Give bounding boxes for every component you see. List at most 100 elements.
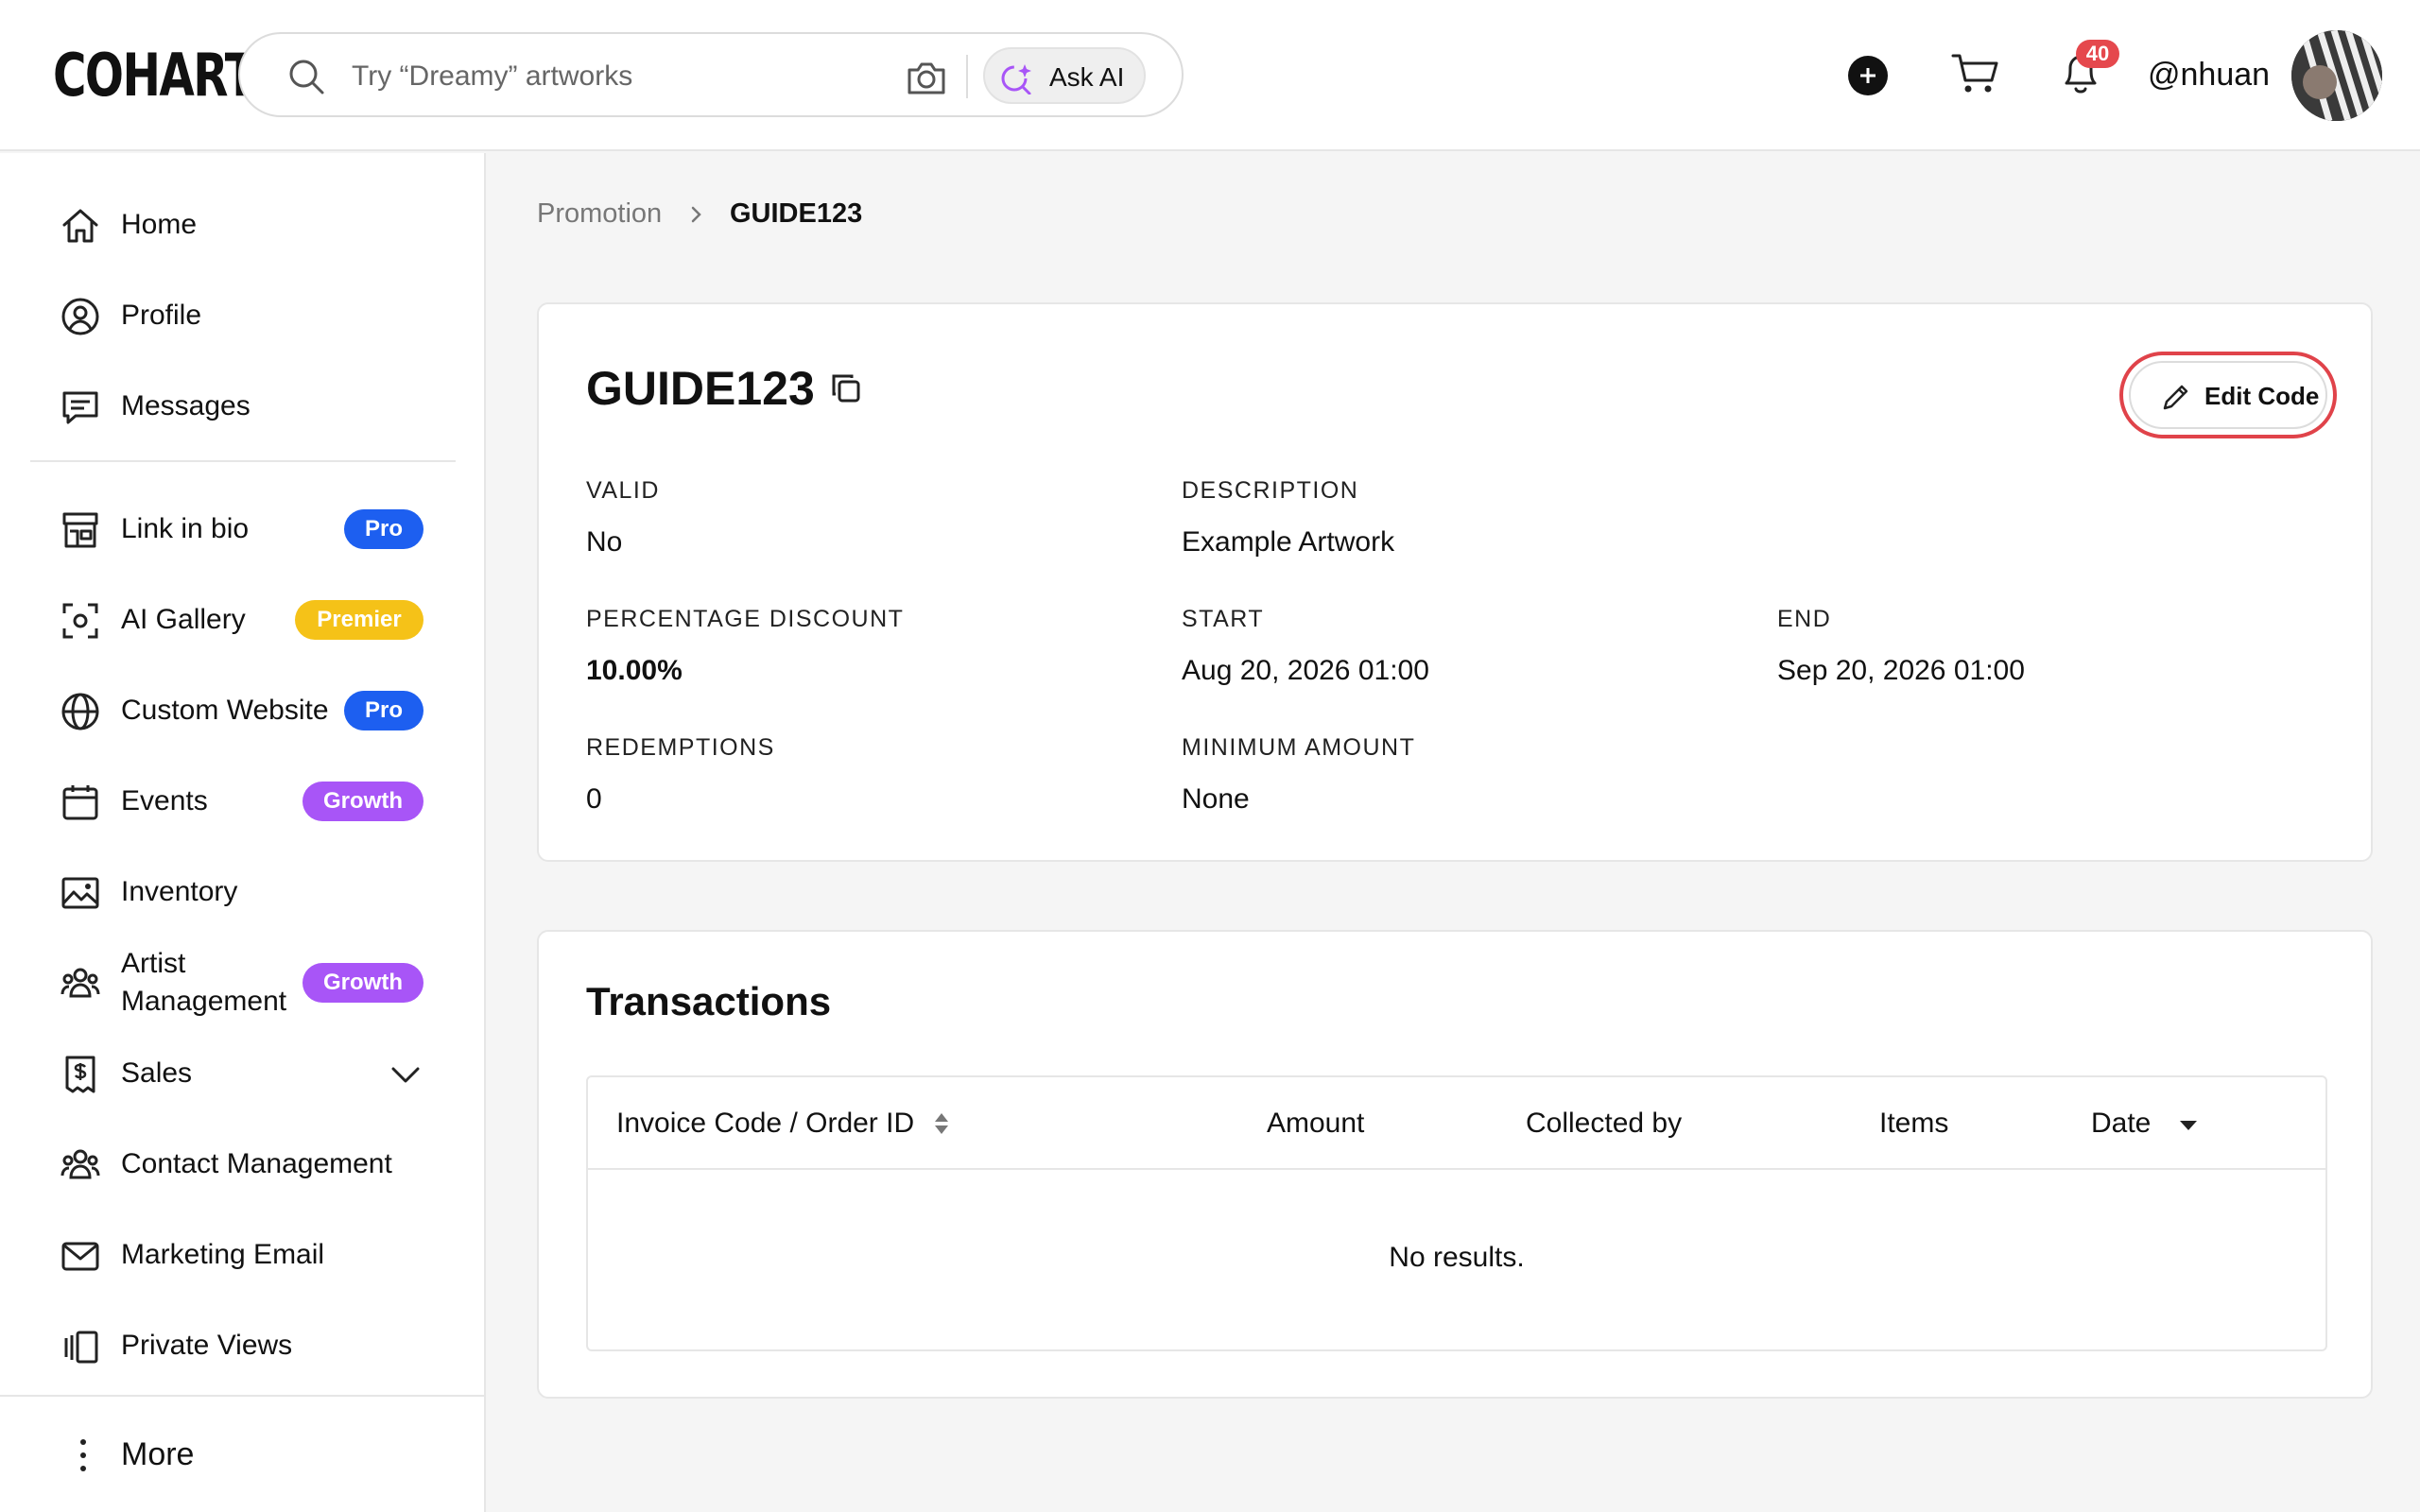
sparkle-search-icon — [1001, 64, 1031, 94]
column-invoice-code[interactable]: Invoice Code / Order ID — [616, 1108, 914, 1140]
sort-icon[interactable] — [932, 1111, 951, 1136]
transactions-title: Transactions — [586, 979, 832, 1023]
sidebar-more[interactable]: More — [0, 1395, 484, 1512]
scan-icon — [62, 603, 98, 639]
avatar[interactable] — [2291, 30, 2382, 121]
more-vertical-icon — [80, 1439, 86, 1471]
field-percentage-discount: PERCENTAGE DISCOUNT 10.00% — [586, 605, 904, 688]
field-valid: VALID No — [586, 476, 660, 559]
breadcrumb-parent[interactable]: Promotion — [537, 198, 662, 229]
caret-down-icon[interactable] — [2178, 1119, 2199, 1132]
column-date[interactable]: Date — [2091, 1108, 2151, 1140]
field-end: END Sep 20, 2026 01:00 — [1777, 605, 2025, 688]
users-icon — [60, 1149, 100, 1179]
sidebar-item-label: Sales — [121, 1057, 193, 1089]
notification-count-badge: 40 — [2076, 40, 2119, 68]
calendar-icon — [62, 785, 98, 820]
transactions-table: Invoice Code / Order ID Amount Collected… — [586, 1075, 2327, 1351]
sidebar-item-label: Events — [121, 785, 208, 816]
field-label: PERCENTAGE DISCOUNT — [586, 606, 905, 632]
field-value: Aug 20, 2026 01:00 — [1182, 655, 1429, 686]
field-value: Example Artwork — [1182, 526, 1395, 558]
sidebar-item-home[interactable]: Home — [30, 187, 456, 263]
edit-code-label: Edit Code — [2204, 382, 2320, 410]
image-icon — [61, 877, 99, 909]
sidebar-item-label: Private Views — [121, 1330, 293, 1361]
field-redemptions: REDEMPTIONS 0 — [586, 733, 775, 816]
ask-ai-button[interactable]: Ask AI — [983, 47, 1146, 104]
sidebar-item-inventory[interactable]: Inventory — [30, 854, 456, 930]
user-circle-icon — [61, 298, 99, 335]
dollar-doc-icon — [65, 1056, 95, 1093]
ask-ai-label: Ask AI — [1049, 62, 1125, 92]
field-value: No — [586, 526, 623, 558]
chevron-down-icon[interactable] — [389, 1060, 422, 1089]
storefront-icon — [62, 512, 98, 548]
promo-code-title: GUIDE123 — [586, 362, 815, 415]
column-amount[interactable]: Amount — [1267, 1108, 1364, 1140]
search-bar: Ask AI — [238, 32, 1184, 117]
sidebar-item-marketing-email[interactable]: Marketing Email — [30, 1217, 456, 1293]
breadcrumb-current: GUIDE123 — [730, 198, 863, 229]
sidebar-item-ai-gallery[interactable]: AI Gallery Premier — [30, 582, 456, 658]
premier-badge: Premier — [295, 600, 424, 640]
sidebar-item-label: Contact Management — [121, 1148, 392, 1179]
copy-icon[interactable] — [830, 372, 862, 404]
growth-badge: Growth — [302, 963, 424, 1003]
sidebar-item-custom-website[interactable]: Custom Website Pro — [30, 673, 456, 748]
column-collected-by[interactable]: Collected by — [1526, 1108, 1682, 1140]
breadcrumb: Promotion GUIDE123 — [537, 198, 862, 230]
sidebar-item-profile[interactable]: Profile — [30, 278, 456, 353]
username-label[interactable]: @nhuan — [2148, 57, 2270, 94]
field-description: DESCRIPTION Example Artwork — [1182, 476, 1394, 559]
transactions-card: Transactions Invoice Code / Order ID Amo… — [537, 930, 2373, 1399]
users-icon — [60, 968, 100, 998]
sidebar-item-label: Custom Website — [121, 695, 329, 726]
plus-icon — [1860, 68, 1876, 83]
sidebar: Home Profile Messages Link in bio Pro AI… — [0, 153, 486, 1512]
sidebar-item-artist-management[interactable]: Artist Management Growth — [30, 945, 456, 1021]
create-button[interactable] — [1848, 56, 1888, 95]
sidebar-item-label: Link in bio — [121, 513, 250, 544]
column-items[interactable]: Items — [1879, 1108, 1948, 1140]
home-icon — [62, 209, 98, 243]
sidebar-item-label-line1: Artist — [121, 948, 186, 979]
sidebar-item-label: AI Gallery — [121, 604, 246, 635]
sidebar-item-sales[interactable]: Sales — [30, 1036, 456, 1111]
field-label: REDEMPTIONS — [586, 734, 775, 761]
field-start: START Aug 20, 2026 01:00 — [1182, 605, 1429, 688]
field-value: Sep 20, 2026 01:00 — [1777, 655, 2025, 686]
pro-badge: Pro — [344, 691, 424, 730]
sidebar-item-contact-management[interactable]: Contact Management — [30, 1126, 456, 1202]
sidebar-item-link-in-bio[interactable]: Link in bio Pro — [30, 491, 456, 567]
field-label: DESCRIPTION — [1182, 477, 1359, 504]
pro-badge: Pro — [344, 509, 424, 549]
empty-state-text: No results. — [1389, 1242, 1525, 1273]
sidebar-item-label: Messages — [121, 390, 251, 421]
camera-icon[interactable] — [906, 59, 947, 96]
sidebar-item-label: Home — [121, 209, 198, 240]
avatar-image — [2291, 30, 2382, 121]
sidebar-item-label-line2: Management — [121, 986, 287, 1017]
field-minimum-amount: MINIMUM AMOUNT None — [1182, 733, 1415, 816]
sidebar-item-messages[interactable]: Messages — [30, 369, 456, 444]
sidebar-item-private-views[interactable]: Private Views — [30, 1308, 456, 1383]
sidebar-item-label: Marketing Email — [121, 1239, 325, 1270]
cohart-logo[interactable]: COHART — [53, 45, 256, 106]
sidebar-item-label: Profile — [121, 300, 202, 331]
field-value: 10.00% — [586, 655, 683, 686]
field-value: None — [1182, 783, 1250, 815]
pencil-icon — [2163, 385, 2188, 410]
edit-code-button[interactable]: Edit Code — [2129, 361, 2327, 429]
chevron-right-icon — [691, 206, 701, 223]
mail-icon — [61, 1242, 99, 1271]
globe-icon — [61, 693, 99, 730]
table-header: Invoice Code / Order ID Amount Collected… — [588, 1077, 2325, 1170]
sidebar-item-events[interactable]: Events Growth — [30, 764, 456, 839]
growth-badge: Growth — [302, 782, 424, 821]
field-label: END — [1777, 606, 1832, 632]
sidebar-divider — [30, 460, 456, 462]
top-bar: COHART Ask AI — [0, 0, 2420, 151]
cart-icon[interactable] — [1951, 52, 1998, 95]
more-label: More — [121, 1436, 195, 1472]
